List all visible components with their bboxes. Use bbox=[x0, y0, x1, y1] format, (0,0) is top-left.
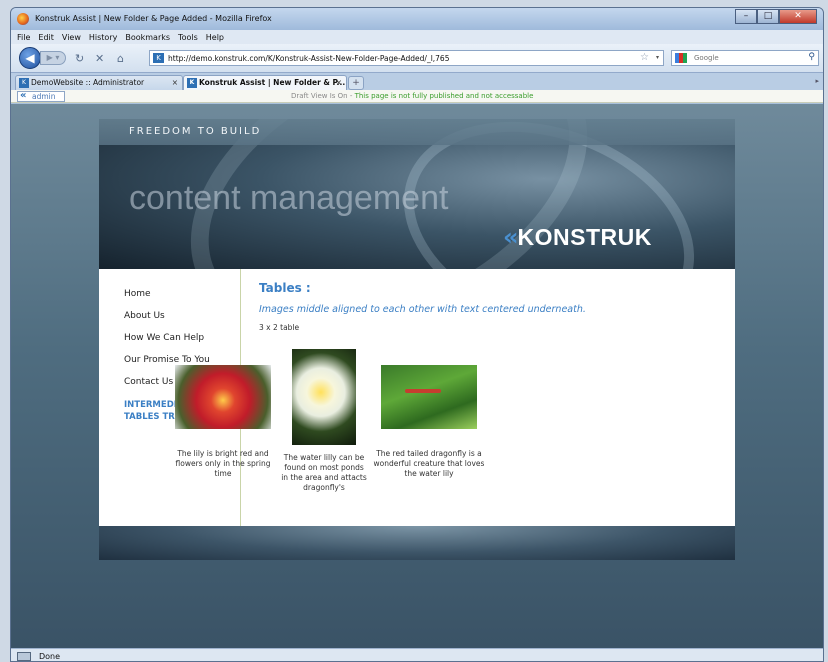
admin-button[interactable]: admin bbox=[17, 91, 65, 102]
home-icon[interactable]: ⌂ bbox=[117, 52, 124, 65]
menu-help[interactable]: Help bbox=[206, 33, 224, 42]
menu-view[interactable]: View bbox=[62, 33, 81, 42]
lily-image bbox=[175, 365, 271, 429]
minimize-button[interactable]: – bbox=[735, 9, 757, 24]
draft-view-notice: Draft View Is On - This page is not full… bbox=[291, 92, 533, 100]
site-footer bbox=[99, 526, 735, 560]
tab-label: DemoWebsite :: Administrator bbox=[31, 78, 145, 87]
search-icon[interactable]: ⚲ bbox=[808, 52, 815, 62]
site-favicon: K bbox=[153, 53, 164, 63]
konstruk-logo[interactable]: « KONSTRUK bbox=[503, 223, 652, 251]
logo-chevron-icon: « bbox=[503, 223, 518, 251]
search-bar[interactable]: ⚲ bbox=[671, 50, 819, 66]
navigation-toolbar: ◀ ▶ ▾ ↻ ✕ ⌂ K http://demo.konstruk.com/K… bbox=[11, 44, 823, 72]
url-bar[interactable]: K http://demo.konstruk.com/K/Konstruk-As… bbox=[149, 50, 664, 66]
stop-icon[interactable]: ✕ bbox=[95, 52, 104, 65]
tab-konstruk-assist[interactable]: K Konstruk Assist | New Folder & P... × bbox=[183, 75, 347, 91]
main-content: Tables : Images middle aligned to each o… bbox=[259, 281, 729, 332]
tab-scroll-icon[interactable]: ▸ bbox=[815, 77, 819, 85]
reload-icon[interactable]: ↻ bbox=[75, 52, 84, 65]
water-lily-image bbox=[292, 349, 356, 445]
firefox-icon bbox=[17, 13, 29, 25]
image-caption: The red tailed dragonfly is a wonderful … bbox=[373, 449, 485, 478]
status-bar: Done bbox=[11, 648, 823, 661]
forward-button[interactable]: ▶ ▾ bbox=[40, 51, 66, 65]
nav-item-home[interactable]: Home bbox=[124, 289, 240, 299]
site-tagline: FREEDOM TO BUILD bbox=[129, 126, 262, 137]
tab-bar: K DemoWebsite :: Administrator × K Konst… bbox=[11, 72, 823, 91]
url-text[interactable]: http://demo.konstruk.com/K/Konstruk-Assi… bbox=[168, 54, 449, 63]
menu-edit[interactable]: Edit bbox=[38, 33, 54, 42]
site-header: FREEDOM TO BUILD content management « KO… bbox=[99, 119, 735, 269]
page-subheading: Images middle aligned to each other with… bbox=[259, 304, 586, 315]
logo-text: KONSTRUK bbox=[517, 223, 652, 250]
bookmark-star-icon[interactable]: ☆ bbox=[640, 52, 649, 63]
search-input[interactable] bbox=[694, 53, 794, 63]
image-table: The lily is bright red and flowers only … bbox=[173, 334, 503, 492]
tab-label: Konstruk Assist | New Folder & P... bbox=[199, 78, 346, 87]
tab-favicon: K bbox=[187, 78, 197, 88]
new-tab-button[interactable]: + bbox=[348, 76, 364, 90]
page-viewport: FREEDOM TO BUILD content management « KO… bbox=[11, 104, 823, 648]
google-icon[interactable] bbox=[675, 53, 687, 63]
draft-warning: This page is not fully published and not… bbox=[354, 92, 534, 100]
site-body: Home About Us How We Can Help Our Promis… bbox=[99, 269, 735, 526]
page-heading: Tables : bbox=[259, 281, 311, 295]
browser-window: Konstruk Assist | New Folder & Page Adde… bbox=[10, 7, 824, 662]
menu-history[interactable]: History bbox=[89, 33, 117, 42]
tab-close-icon[interactable]: × bbox=[172, 76, 178, 90]
menu-bookmarks[interactable]: Bookmarks bbox=[125, 33, 170, 42]
title-bar: Konstruk Assist | New Folder & Page Adde… bbox=[11, 8, 823, 30]
image-caption: The water lilly can be found on most pon… bbox=[281, 453, 367, 492]
nav-item-about-us[interactable]: About Us bbox=[124, 311, 240, 321]
tab-demowebsite[interactable]: K DemoWebsite :: Administrator × bbox=[15, 75, 183, 91]
table-cell: The water lilly can be found on most pon… bbox=[281, 349, 367, 493]
tab-close-icon[interactable]: × bbox=[336, 76, 342, 90]
table-cell: The red tailed dragonfly is a wonderful … bbox=[373, 365, 485, 479]
tab-favicon: K bbox=[19, 78, 29, 88]
close-button[interactable]: ✕ bbox=[779, 9, 817, 24]
status-text: Done bbox=[39, 652, 61, 661]
window-title: Konstruk Assist | New Folder & Page Adde… bbox=[35, 14, 272, 23]
dragonfly-image bbox=[381, 365, 477, 429]
status-icon bbox=[17, 652, 31, 661]
table-description: 3 x 2 table bbox=[259, 323, 300, 332]
menu-bar: File Edit View History Bookmarks Tools H… bbox=[11, 30, 823, 44]
maximize-button[interactable]: □ bbox=[757, 9, 779, 24]
hero-text: content management bbox=[129, 179, 449, 217]
admin-bar: admin Draft View Is On - This page is no… bbox=[11, 90, 823, 103]
image-caption: The lily is bright red and flowers only … bbox=[175, 449, 271, 478]
window-controls: – □ ✕ bbox=[735, 9, 817, 24]
draft-prefix: Draft View Is On - bbox=[291, 92, 355, 100]
back-button[interactable]: ◀ bbox=[19, 47, 41, 69]
website: FREEDOM TO BUILD content management « KO… bbox=[99, 119, 735, 560]
url-dropdown-icon[interactable]: ▾ bbox=[656, 54, 659, 61]
table-cell: The lily is bright red and flowers only … bbox=[173, 365, 273, 479]
menu-tools[interactable]: Tools bbox=[178, 33, 198, 42]
menu-file[interactable]: File bbox=[17, 33, 30, 42]
